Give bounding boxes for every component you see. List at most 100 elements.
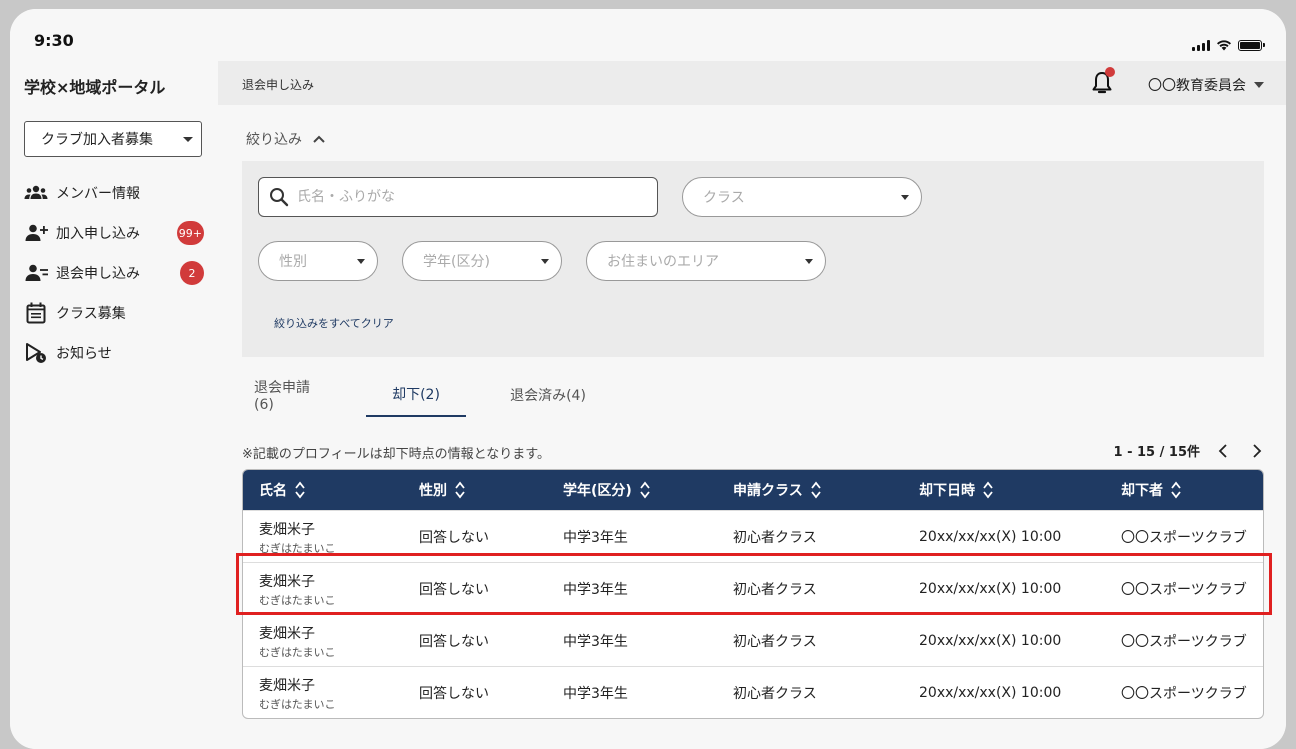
count-badge: 99+: [176, 221, 204, 245]
main-area: 退会申し込み 〇〇教育委員会 絞り込み 氏名・ふりがな クラス 性別 学年(区分…: [218, 61, 1286, 749]
sidebar-item-join-requests[interactable]: 加入申し込み 99+: [24, 213, 204, 253]
chevron-down-icon: [357, 259, 365, 264]
area-select-placeholder: お住まいのエリア: [607, 254, 719, 270]
sort-icon: [811, 481, 821, 499]
tab-withdrawal-applied[interactable]: 退会申請(6): [242, 373, 338, 417]
search-input[interactable]: [297, 189, 637, 205]
count-badge: 2: [180, 261, 204, 285]
member-kana: むぎはたまいこ: [259, 697, 336, 711]
sort-icon: [295, 481, 305, 499]
sidebar-item-label: 退会申し込み: [56, 266, 140, 282]
column-header-date[interactable]: 却下日時: [919, 470, 993, 510]
sidebar-item-notices[interactable]: お知らせ: [24, 333, 204, 373]
breadcrumb: 退会申し込み: [242, 78, 315, 92]
sidebar-item-class-recruitment[interactable]: クラス募集: [24, 293, 204, 333]
table-row[interactable]: 麦畑米子 むぎはたまいこ 回答しない 中学3年生 初心者クラス 20xx/xx/…: [243, 614, 1263, 666]
grade-select-placeholder: 学年(区分): [423, 254, 490, 270]
pagination-label: 1 - 15 / 15件: [1113, 445, 1200, 460]
top-bar: 退会申し込み 〇〇教育委員会: [218, 61, 1286, 105]
class-cell: 初心者クラス: [733, 634, 817, 650]
name-cell: 麦畑米子 むぎはたまいこ: [259, 667, 336, 718]
chevron-down-icon: [541, 259, 549, 264]
date-cell: 20xx/xx/xx(X) 10:00: [919, 685, 1062, 701]
chevron-down-icon: [805, 259, 813, 264]
class-select[interactable]: クラス: [682, 177, 922, 217]
person-add-icon: [25, 224, 48, 241]
class-select-placeholder: クラス: [703, 190, 745, 206]
sidebar-item-members[interactable]: メンバー情報: [24, 173, 204, 213]
class-cell: 初心者クラス: [733, 686, 817, 702]
grade-cell: 中学3年生: [563, 686, 628, 702]
sidebar-item-label: クラス募集: [56, 306, 126, 322]
sidebar-item-label: お知らせ: [56, 346, 112, 362]
column-header-label: 学年(区分): [563, 483, 632, 499]
sort-icon: [1171, 481, 1181, 499]
grade-select[interactable]: 学年(区分): [402, 241, 562, 281]
chevron-down-icon: [1254, 82, 1264, 88]
member-kana: むぎはたまいこ: [259, 645, 336, 659]
chevron-left-icon[interactable]: [1216, 443, 1232, 459]
table-row[interactable]: 麦畑米子 むぎはたまいこ 回答しない 中学3年生 初心者クラス 20xx/xx/…: [243, 666, 1263, 718]
column-header-label: 性別: [419, 483, 447, 499]
area-select[interactable]: お住まいのエリア: [586, 241, 826, 281]
column-header-rejected-by[interactable]: 却下者: [1121, 470, 1181, 510]
account-name: 〇〇教育委員会: [1148, 78, 1246, 94]
gender-select[interactable]: 性別: [258, 241, 378, 281]
notification-dot: [1105, 67, 1115, 77]
member-name: 麦畑米子: [259, 521, 315, 538]
date-cell: 20xx/xx/xx(X) 10:00: [919, 633, 1062, 649]
column-header-class[interactable]: 申請クラス: [733, 470, 821, 510]
status-bar: 9:30: [10, 9, 1286, 61]
app-title: 学校×地域ポータル: [24, 78, 166, 97]
group-icon: [24, 185, 48, 199]
search-icon: [270, 188, 289, 207]
gender-cell: 回答しない: [419, 686, 489, 702]
battery-icon: [1238, 39, 1265, 51]
column-header-label: 却下者: [1121, 483, 1163, 499]
sort-icon: [983, 481, 993, 499]
tablet-screen: 9:30 学校×地域ポータル クラブ加入者募集 メンバー情報 加入申し込み 99…: [10, 9, 1286, 749]
chevron-up-icon: [313, 135, 325, 143]
megaphone-clock-icon: [26, 343, 46, 363]
status-time: 9:30: [34, 31, 74, 50]
tab-rejected[interactable]: 却下(2): [366, 373, 466, 417]
account-menu[interactable]: 〇〇教育委員会: [1148, 75, 1264, 95]
chevron-down-icon: [901, 195, 909, 200]
sort-icon: [455, 481, 465, 499]
member-name: 麦畑米子: [259, 677, 315, 694]
clear-filters-link[interactable]: 絞り込みをすべてクリア: [274, 315, 394, 331]
pagination: 1 - 15 / 15件: [1114, 441, 1264, 460]
rejected-by-cell: 〇〇スポーツクラブ: [1121, 686, 1247, 702]
person-remove-icon: [25, 264, 48, 281]
column-header-grade[interactable]: 学年(区分): [563, 470, 650, 510]
column-header-name[interactable]: 氏名: [259, 470, 305, 510]
filter-toggle-label: 絞り込み: [246, 132, 302, 148]
search-field[interactable]: [258, 177, 658, 217]
tab-withdrawn[interactable]: 退会済み(4): [494, 373, 602, 417]
sidebar: 学校×地域ポータル クラブ加入者募集 メンバー情報 加入申し込み 99+ 退会申…: [10, 61, 218, 749]
calendar-list-icon: [26, 302, 46, 324]
gender-cell: 回答しない: [419, 634, 489, 650]
filter-panel: クラス 性別 学年(区分) お住まいのエリア 絞り込みをすべてクリア: [242, 161, 1264, 357]
column-header-gender[interactable]: 性別: [419, 470, 465, 510]
club-select-value: クラブ加入者募集: [41, 132, 153, 148]
sidebar-item-label: メンバー情報: [56, 186, 140, 202]
sidebar-item-withdrawal-requests[interactable]: 退会申し込み 2: [24, 253, 204, 293]
column-header-label: 却下日時: [919, 483, 975, 499]
column-header-label: 氏名: [259, 483, 287, 499]
club-select[interactable]: クラブ加入者募集: [24, 121, 202, 157]
chevron-right-icon[interactable]: [1248, 443, 1264, 459]
sidebar-nav: メンバー情報 加入申し込み 99+ 退会申し込み 2 クラス募集 お知らせ: [24, 173, 204, 373]
signal-icon: [1192, 39, 1210, 51]
wifi-icon: [1217, 40, 1231, 51]
name-cell: 麦畑米子 むぎはたまいこ: [259, 615, 335, 667]
gender-select-placeholder: 性別: [279, 254, 307, 270]
profile-note: ※記載のプロフィールは却下時点の情報となります。: [242, 447, 550, 462]
chevron-down-icon: [183, 137, 193, 142]
filter-toggle[interactable]: 絞り込み: [246, 129, 326, 149]
member-name: 麦畑米子: [259, 625, 315, 642]
row-highlight-annotation: [236, 553, 1272, 615]
status-icons: [1192, 39, 1265, 51]
sort-icon: [640, 481, 650, 499]
table-header: 氏名 性別 学年(区分) 申請クラス 却下日時 却下者: [243, 470, 1263, 510]
